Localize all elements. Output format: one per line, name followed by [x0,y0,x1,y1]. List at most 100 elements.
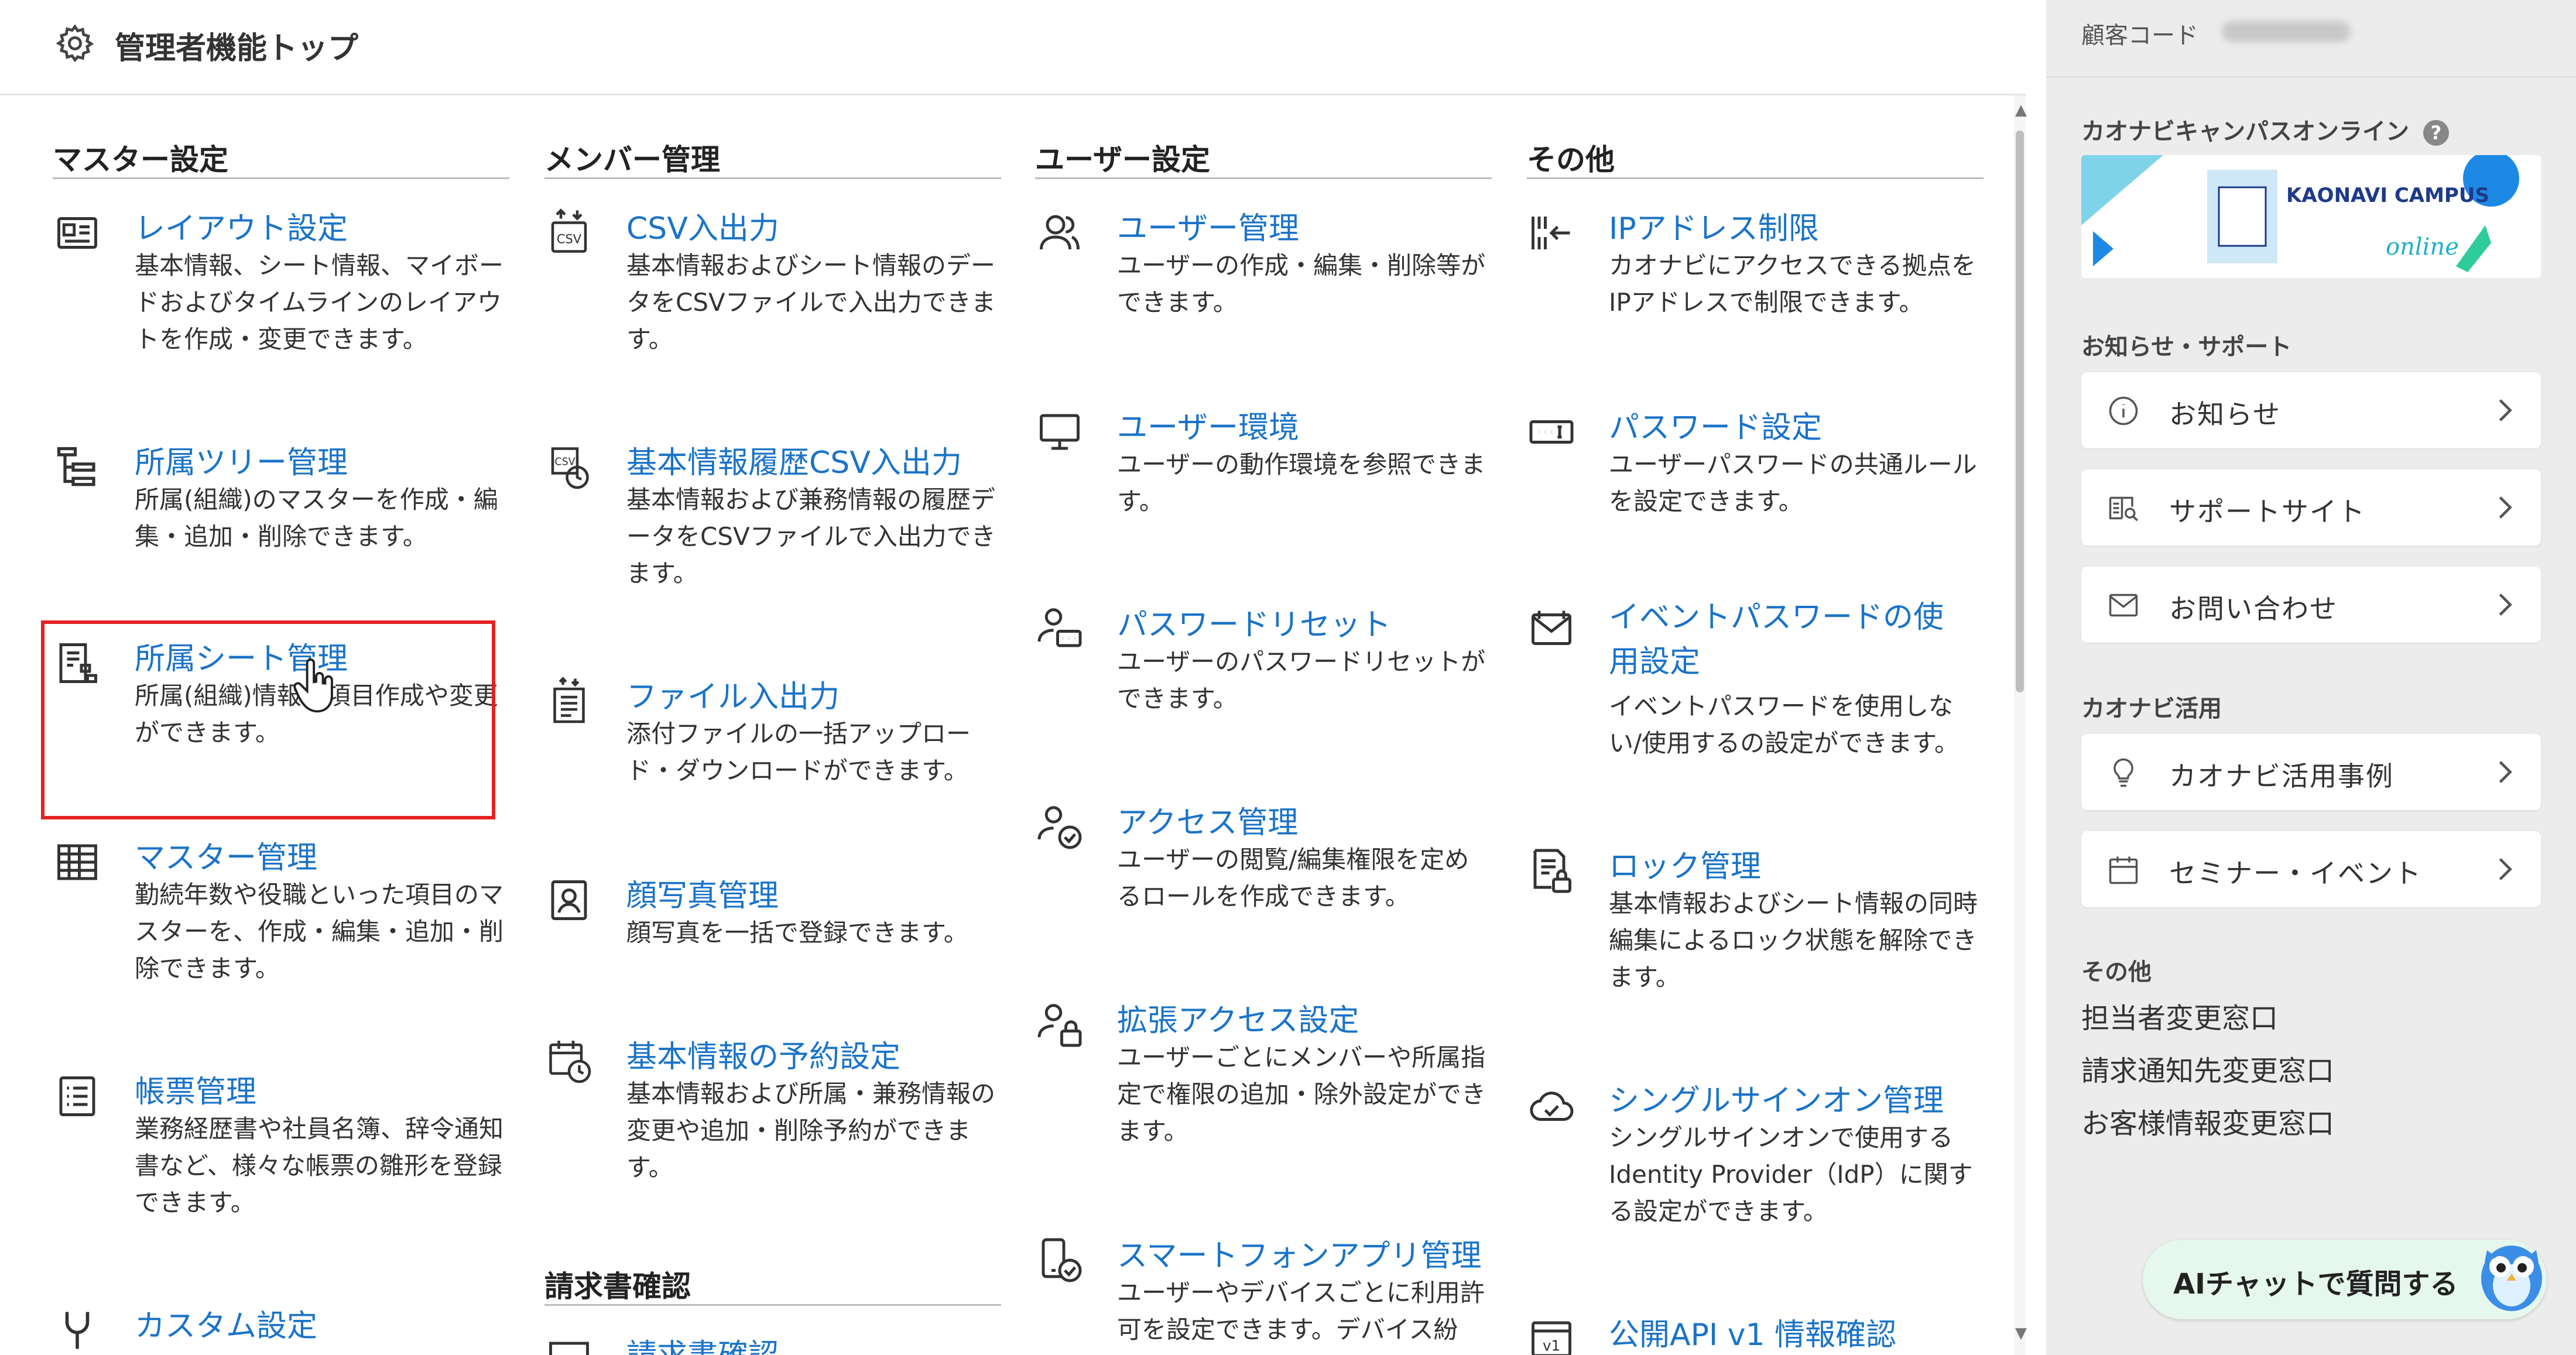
menu-item-title[interactable]: ロック管理 [1609,842,1761,886]
menu-item-title[interactable]: 顔写真管理 [626,871,779,915]
divider [2046,76,2576,78]
layout-icon [57,217,97,249]
campus-banner[interactable]: KAONAVI CAMPUS online [2081,155,2541,278]
phone-check-icon [1042,1238,1082,1282]
menu-item-desc: ユーザーの作成・編集・削除等ができます。 [1117,251,1486,317]
info-icon [2109,396,2138,426]
menu-item-title[interactable]: ユーザー環境 [1117,403,1299,447]
main-scrollbar[interactable]: ▲ ▼ [2014,95,2027,1355]
menu-item-title[interactable]: シングルサインオン管理 [1609,1076,1944,1120]
menu-item-title[interactable]: CSV入出力 [626,204,779,248]
menu-item-desc: 添付ファイルの一括アップロード・ダウンロードができます。 [626,719,971,785]
menu-item-title[interactable]: レイアウト設定 [135,204,348,248]
event-mail-icon [1532,610,1571,645]
menu-item-desc: イベントパスワードを使用しない/使用するの設定ができます。 [1609,692,1959,757]
menu-item-title[interactable]: マスター管理 [135,833,317,877]
monitor-icon [1040,414,1080,450]
card-contact[interactable]: お問い合わせ [2081,567,2541,643]
user-check-icon [1037,806,1082,849]
link-customer-info-change[interactable]: お客様情報変更窓口 [2081,1100,2334,1141]
menu-item-desc: ユーザーやデバイスごとに利用許可を設定できます。デバイス紛 [1117,1278,1485,1344]
users-icon [1040,215,1080,250]
wrench-icon [65,1312,90,1349]
card-support-site[interactable]: サポートサイト [2081,469,2541,546]
menu-item-desc: シングルサインオンで使用するIdentity Provider（IdP）に関する… [1609,1123,1973,1226]
csv-history-icon: CSV [551,447,589,489]
card-label: カオナビ活用事例 [2169,760,2394,792]
menu-item-title[interactable]: パスワード設定 [1609,403,1822,447]
customer-code-value-blurred [2222,21,2351,42]
chevron-right-icon [2499,858,2512,880]
menu-item-title[interactable]: 所属ツリー管理 [135,438,348,482]
section-heading: メンバー管理 [544,136,1001,179]
main-content: マスター設定 レイアウト設定 基本情報、シート情報、マイボードおよびタイムライン… [0,95,2014,1355]
section-heading: マスター設定 [53,136,509,179]
banner-title-text: KAONAVI CAMPUS [2286,184,2489,207]
menu-item-title[interactable]: アクセス管理 [1117,798,1298,842]
page-header: 管理者機能トップ [0,0,2026,95]
bulb-icon [2113,758,2133,787]
calendar-icon [2109,856,2138,884]
doc-lock-icon [1533,849,1571,893]
menu-item-title[interactable]: 基本情報履歴CSV入出力 [626,438,962,482]
ip-icon [1532,217,1570,249]
highlight-box [41,620,495,819]
link-contact-change[interactable]: 担当者変更窓口 [2081,995,2278,1036]
card-label: セミナー・イベント [2169,857,2422,889]
menu-item-desc: ユーザーパスワードの共通ルールを設定できます。 [1609,450,1977,516]
campus-banner-image: KAONAVI CAMPUS online [2081,155,2541,278]
menu-item-title[interactable]: IPアドレス制限 [1609,204,1819,248]
menu-item-title[interactable]: 基本情報の予約設定 [626,1032,900,1076]
chevron-right-icon [2499,496,2512,519]
invoice-icon [549,1342,589,1355]
section-heading-invoice: 請求書確認 [544,1263,1001,1306]
use-section-title: カオナビ活用 [2081,695,2222,722]
scroll-thumb[interactable] [2016,131,2024,692]
card-news[interactable]: お知らせ [2081,372,2541,448]
menu-item-desc: 基本情報およびシート情報のデータをCSVファイルで入出力できます。 [626,251,996,354]
ai-chat-button[interactable]: AIチャットで質問する [2143,1240,2547,1319]
menu-item-title[interactable]: ユーザー管理 [1117,204,1299,248]
chevron-right-icon [2499,761,2512,783]
menu-item-title[interactable]: スマートフォンアプリ管理 [1117,1231,1481,1275]
menu-item-desc: カオナビにアクセスできる拠点をIPアドレスで制限できます。 [1609,251,1976,317]
user-password-icon [1037,608,1082,647]
file-icon [553,677,585,723]
menu-item-title[interactable]: 拡張アクセス設定 [1117,996,1359,1040]
menu-item-title[interactable]: 請求書確認 [626,1330,779,1355]
menu-item-title[interactable]: パスワードリセット [1117,600,1391,644]
calendar-clock-icon [549,1041,591,1083]
card-seminar[interactable]: セミナー・イベント [2081,831,2541,907]
list-icon [59,1076,95,1116]
menu-item-desc: 基本情報および所属・兼務情報の変更や追加・削除予約ができます。 [626,1079,996,1182]
grid-icon [57,844,97,880]
menu-item-desc: ユーザーごとにメンバーや所属指定で権限の追加・除外設定ができます。 [1117,1043,1486,1145]
news-section-title: お知らせ・サポート [2081,334,2292,361]
card-label: お知らせ [2169,399,2282,430]
gear-icon [56,24,94,63]
scroll-down-arrow-icon[interactable]: ▼ [2015,1325,2027,1342]
menu-item-title[interactable]: 帳票管理 [135,1067,256,1111]
cloud-check-icon [1530,1092,1574,1121]
campus-label: カオナビキャンパスオンライン [2081,118,2409,145]
user-lock-icon [1037,1004,1082,1047]
menu-item-title[interactable]: ファイル入出力 [626,672,840,716]
tree-icon [57,447,95,486]
scroll-up-arrow-icon[interactable]: ▲ [2015,101,2027,119]
ai-chat-label: AIチャットで質問する [2173,1268,2458,1301]
banner-sub-text: online [2386,234,2459,260]
link-billing-change[interactable]: 請求通知先変更窓口 [2081,1048,2334,1089]
menu-item-desc: 基本情報およびシート情報の同時編集によるロック状態を解除できます。 [1609,889,1978,992]
menu-item-title[interactable]: カスタム設定 [135,1301,317,1345]
menu-item-title[interactable]: イベントパスワードの使用設定 [1609,595,1972,684]
password-icon [1529,420,1574,444]
owl-mascot-icon [2481,1246,2542,1311]
card-case-studies[interactable]: カオナビ活用事例 [2081,734,2541,810]
svg-text:v1: v1 [1543,1337,1560,1354]
menu-item-title[interactable]: 公開API v1 情報確認 [1609,1310,1896,1354]
mail-icon [2109,594,2138,617]
menu-item-desc: ユーザーの閲覧/編集権限を定めるロールを作成できます。 [1117,845,1469,911]
customer-code-label: 顧客コード [2081,22,2198,49]
help-icon[interactable]: ? [2423,120,2449,146]
portrait-icon [551,880,587,920]
